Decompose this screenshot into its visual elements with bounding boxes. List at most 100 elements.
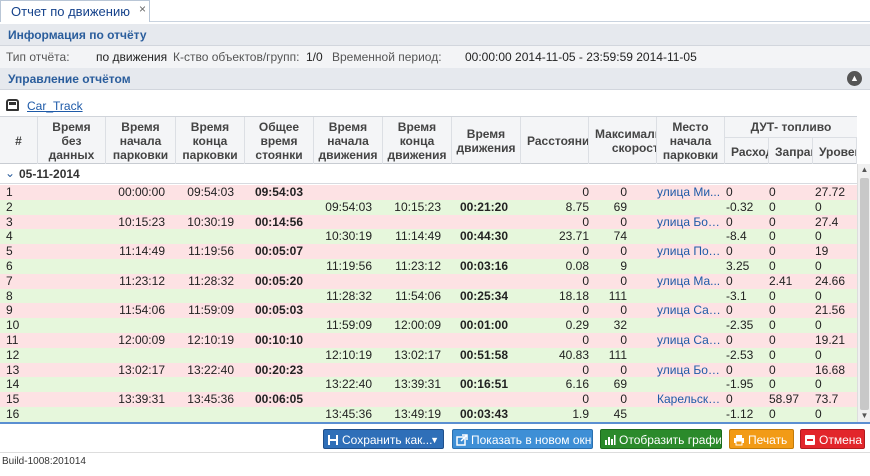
cell-move-time — [452, 333, 508, 348]
cancel-button[interactable]: Отмена — [800, 429, 865, 449]
scroll-up-icon[interactable]: ▲ — [858, 164, 870, 176]
col-park-start[interactable]: Время начала парковки — [106, 117, 176, 165]
save-as-label: Сохранить как... — [342, 433, 433, 447]
cell-park-place — [657, 289, 723, 304]
cell-move-start: 11:19:56 — [326, 259, 372, 273]
cell-num: 1 — [6, 185, 13, 199]
col-fuel-refill[interactable]: Заправка — [769, 137, 813, 165]
col-fuel-level[interactable]: Уровень — [813, 137, 857, 165]
cell-park-place — [657, 407, 723, 422]
car-icon — [6, 99, 19, 111]
table-row[interactable]: 12 12:10:19 13:02:17 00:51:58 40.83 111 -2.53 0… — [0, 347, 857, 363]
cell-park-total: 09:54:03 — [254, 185, 303, 199]
table-row[interactable]: 1 00:00:00 09:54:03 09:54:03 0 0 улица Ми... 0 0… — [0, 185, 857, 200]
collapse-icon[interactable]: ▲ — [847, 71, 862, 86]
col-move-start[interactable]: Время начала движения — [314, 117, 383, 165]
cell-distance: 0 — [582, 185, 589, 199]
cell-park-place[interactable]: улица Пол... — [657, 244, 723, 259]
col-move-end[interactable]: Время конца движения — [383, 117, 452, 165]
report-control-header[interactable]: Управление отчётом ▲ — [0, 68, 870, 90]
table-row[interactable]: 9 11:54:06 11:59:09 00:05:03 0 0 улица Сад... 0… — [0, 303, 857, 319]
table-row[interactable]: 3 10:15:23 10:30:19 00:14:56 0 0 улица Бор... 0… — [0, 214, 857, 230]
cell-park-place[interactable]: улица Ма... — [657, 274, 723, 289]
cell-park-place[interactable]: улица Бор... — [657, 363, 723, 378]
vertical-scrollbar[interactable]: ▲ ▼ — [857, 164, 870, 422]
chevron-down-icon[interactable]: ⌄ — [5, 166, 15, 180]
scroll-down-icon[interactable]: ▼ — [858, 410, 870, 422]
report-type-value: по движения — [96, 50, 168, 64]
table-row[interactable]: 6 11:19:56 11:23:12 00:03:16 0.08 9 3.25 0 0 — [0, 259, 857, 274]
cell-park-start — [106, 318, 165, 333]
table-row[interactable]: 11 12:00:09 12:10:19 00:10:10 0 0 улица Сад...… — [0, 333, 857, 348]
cell-park-place[interactable]: улица Бор... — [657, 215, 723, 230]
cell-distance: 0 — [582, 392, 589, 407]
report-info-header[interactable]: Информация по отчёту — [0, 24, 870, 46]
cell-move-time: 00:01:00 — [459, 318, 508, 333]
table-row[interactable]: 4 10:30:19 11:14:49 00:44:30 23.71 74 -8.4 0 0 — [0, 229, 857, 245]
cell-distance: 1.9 — [572, 407, 589, 421]
cell-move-start — [314, 244, 372, 259]
table-row[interactable]: 15 13:39:31 13:45:36 00:06:05 0 0 Карельски...… — [0, 392, 857, 407]
cell-fuel-level: 24.66 — [815, 273, 846, 288]
col-max-speed[interactable]: Максимальная скорость — [589, 117, 657, 165]
col-park-total[interactable]: Общее время стоянки — [245, 117, 314, 165]
cell-fuel-level: 73.7 — [815, 392, 839, 407]
cell-park-place[interactable]: Карельски... — [657, 392, 723, 407]
scroll-thumb[interactable] — [860, 178, 869, 410]
col-no-data[interactable]: Время без данных — [38, 117, 106, 165]
cell-park-start: 00:00:00 — [118, 185, 165, 199]
cell-distance: 8.75 — [565, 199, 589, 214]
table-row[interactable]: 7 11:23:12 11:28:32 00:05:20 0 0 улица Ма... 0 2… — [0, 273, 857, 289]
table-row[interactable]: 5 11:14:49 11:19:56 00:05:07 0 0 улица Пол... 0… — [0, 244, 857, 259]
table-row[interactable]: 2 09:54:03 10:15:23 00:21:20 8.75 69 -0.32 0 0 — [0, 199, 857, 215]
cell-move-end: 10:15:23 — [394, 199, 441, 214]
cell-park-start — [106, 407, 165, 422]
col-park-place[interactable]: Место начала парковки — [657, 117, 725, 165]
cell-fuel-consumption: 0 — [726, 185, 733, 199]
col-move-time[interactable]: Время движения — [452, 117, 521, 165]
print-button[interactable]: Печать — [729, 429, 794, 449]
cell-park-place[interactable]: улица Ми... — [657, 185, 723, 200]
table-row[interactable]: 14 13:22:40 13:39:31 00:16:51 6.16 69 -1.95 0 0 — [0, 377, 857, 393]
col-num[interactable]: # — [0, 117, 38, 165]
cell-move-time — [452, 185, 508, 200]
cell-distance: 0 — [582, 333, 589, 347]
cell-park-place[interactable]: улица Сад... — [657, 303, 723, 318]
cell-fuel-consumption: -8.4 — [726, 229, 747, 244]
cell-park-end: 12:10:19 — [187, 333, 234, 347]
cell-move-time: 00:51:58 — [459, 347, 508, 362]
table-row[interactable]: 13 13:02:17 13:22:40 00:20:23 0 0 улица Бор...… — [0, 362, 857, 378]
cell-fuel-consumption: 0 — [726, 303, 733, 318]
tab-movement-report[interactable]: Отчет по движению × — [0, 0, 150, 22]
col-fuel-consumption[interactable]: Расход — [725, 137, 769, 165]
cell-num: 12 — [6, 347, 20, 362]
cell-move-time — [452, 215, 508, 230]
cell-move-time — [452, 274, 508, 289]
date-group-row[interactable]: ⌄ 05-11-2014 — [0, 164, 857, 184]
cell-move-start — [314, 215, 372, 230]
cell-distance: 0 — [582, 214, 589, 229]
show-new-window-button[interactable]: Показать в новом окне — [452, 429, 593, 449]
cell-distance: 0 — [582, 362, 589, 377]
save-as-button[interactable]: Сохранить как... ▼ — [323, 429, 444, 449]
cell-max-speed: 9 — [620, 259, 627, 273]
table-row[interactable]: 16 13:45:36 13:49:19 00:03:43 1.9 45 -1.12 0 0 — [0, 407, 857, 422]
col-distance[interactable]: Расстояние — [521, 117, 589, 165]
report-control-title: Управление отчётом — [8, 72, 131, 86]
cell-park-place[interactable]: улица Сад... — [657, 333, 723, 348]
cell-park-total: 00:05:07 — [254, 244, 303, 259]
cell-fuel-consumption: -1.12 — [726, 407, 754, 421]
col-park-end[interactable]: Время конца парковки — [176, 117, 245, 165]
cell-park-start: 11:54:06 — [119, 303, 165, 318]
cell-move-start: 09:54:03 — [325, 199, 372, 214]
table-row[interactable]: 8 11:28:32 11:54:06 00:25:34 18.18 111 -3.1 0 0 — [0, 288, 857, 304]
close-icon[interactable]: × — [139, 2, 146, 16]
report-toolbar: Сохранить как... ▼ Показать в новом окне… — [0, 424, 870, 452]
cell-move-start: 13:22:40 — [325, 377, 372, 392]
cell-move-end: 11:14:49 — [395, 229, 441, 244]
cell-park-place — [657, 348, 723, 363]
show-chart-button[interactable]: Отобразить график — [600, 429, 722, 449]
object-link[interactable]: Car_Track — [27, 99, 83, 113]
cell-park-start — [106, 348, 165, 363]
table-row[interactable]: 10 11:59:09 12:00:09 00:01:00 0.29 32 -2.35 0 0 — [0, 318, 857, 333]
